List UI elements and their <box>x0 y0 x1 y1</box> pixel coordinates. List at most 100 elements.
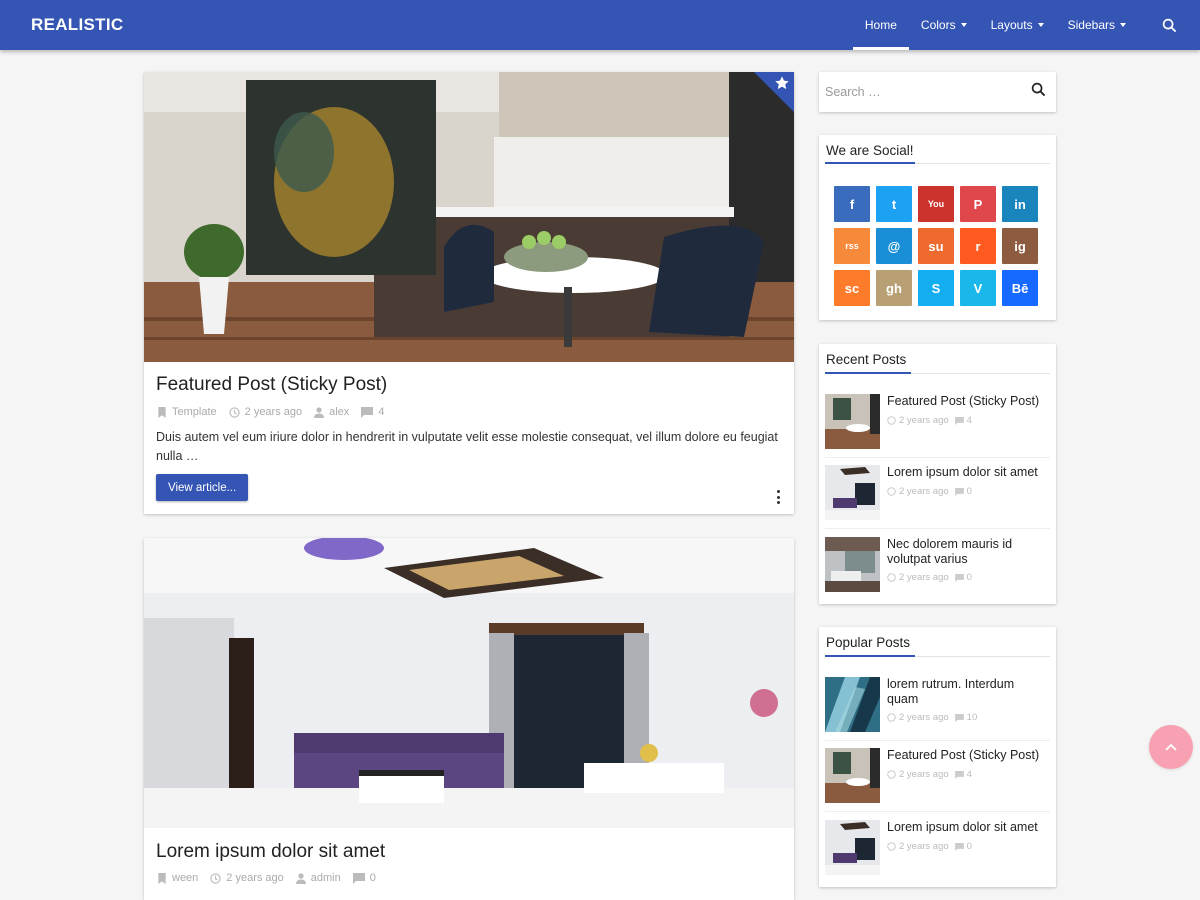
search-widget <box>819 72 1056 112</box>
behance-icon: Bē <box>1011 280 1029 296</box>
title-accent <box>825 162 915 164</box>
twitter-icon: t <box>891 196 897 212</box>
comment-icon <box>352 872 365 884</box>
post-thumbnail[interactable] <box>825 394 880 449</box>
popular-post-item[interactable]: Featured Post (Sticky Post) 2 years ago … <box>825 748 1050 816</box>
meta-date: 2 years ago <box>210 872 284 884</box>
clock-icon <box>887 573 896 582</box>
meta-date: 2 years ago <box>228 406 303 418</box>
more-vert-icon[interactable] <box>774 488 782 506</box>
behance-button[interactable]: Bē <box>1002 270 1038 306</box>
soundcloud-button[interactable]: sc <box>834 270 870 306</box>
date-label: 2 years ago <box>899 572 949 583</box>
recent-post-title[interactable]: Lorem ipsum dolor sit amet <box>887 465 1047 480</box>
main-nav: Home Colors Layouts Sidebars <box>852 0 1200 50</box>
email-icon: @ <box>887 238 901 254</box>
nav-layouts[interactable]: Layouts <box>979 0 1056 50</box>
recent-post-title[interactable]: Featured Post (Sticky Post) <box>887 394 1047 409</box>
nav-layouts-label: Layouts <box>990 18 1033 32</box>
meta-comments[interactable]: 0 <box>352 872 376 884</box>
linkedin-button[interactable]: in <box>1002 186 1038 222</box>
author-label: alex <box>329 406 350 418</box>
view-article-button[interactable]: View article... <box>156 474 249 501</box>
search-input[interactable] <box>825 80 1015 104</box>
post-title[interactable]: Lorem ipsum dolor sit amet <box>156 841 385 863</box>
pinterest-button[interactable]: P <box>960 186 996 222</box>
user-icon <box>295 872 306 884</box>
nav-search-button[interactable] <box>1138 0 1200 50</box>
vimeo-button[interactable]: V <box>960 270 996 306</box>
post-thumbnail[interactable] <box>825 820 880 875</box>
post-thumbnail[interactable] <box>825 537 880 592</box>
popular-post-item[interactable]: Lorem ipsum dolor sit amet 2 years ago 0 <box>825 820 1050 888</box>
instagram-icon: ig <box>1014 238 1026 254</box>
item-divider <box>825 740 1050 741</box>
popular-post-meta: 2 years ago 4 <box>887 769 972 780</box>
popular-post-item[interactable]: lorem rutrum. Interdum quam 2 years ago … <box>825 677 1050 745</box>
meta-category[interactable]: Template <box>157 406 217 418</box>
search-icon <box>1031 82 1046 97</box>
scroll-to-top-button[interactable] <box>1149 725 1193 769</box>
popular-post-title[interactable]: Lorem ipsum dolor sit amet <box>887 820 1047 835</box>
post-thumbnail[interactable] <box>825 677 880 732</box>
search-submit-button[interactable] <box>1031 82 1046 102</box>
comments-count: 0 <box>966 841 972 852</box>
meta-author[interactable]: alex <box>314 406 349 418</box>
recent-post-title[interactable]: Nec dolorem mauris id volutpat varius <box>887 537 1047 567</box>
date-label: 2 years ago <box>899 712 949 723</box>
nav-colors[interactable]: Colors <box>909 0 979 50</box>
date-label: 2 years ago <box>899 841 949 852</box>
instagram-button[interactable]: ig <box>1002 228 1038 264</box>
nav-home[interactable]: Home <box>852 0 909 50</box>
meta-author[interactable]: admin <box>295 872 341 884</box>
post-image-kitchen[interactable] <box>144 72 794 362</box>
user-icon <box>314 406 325 418</box>
reddit-button[interactable]: r <box>960 228 996 264</box>
meta-comments[interactable]: 4 <box>361 406 384 418</box>
popular-posts-widget: Popular Posts lorem rutrum. Interdum qua… <box>819 627 1056 887</box>
chevron-up-icon <box>1165 743 1177 751</box>
popular-post-title[interactable]: lorem rutrum. Interdum quam <box>887 677 1047 707</box>
star-icon <box>775 76 789 90</box>
facebook-button[interactable]: f <box>834 186 870 222</box>
date-label: 2 years ago <box>244 406 303 418</box>
popular-post-meta: 2 years ago 0 <box>887 841 972 852</box>
recent-post-meta: 2 years ago 0 <box>887 572 972 583</box>
comment-icon <box>954 770 964 779</box>
stumbleupon-button[interactable]: su <box>918 228 954 264</box>
recent-post-item[interactable]: Featured Post (Sticky Post) 2 years ago … <box>825 394 1050 462</box>
meta-category[interactable]: ween <box>157 872 198 884</box>
social-widget: We are Social! f t You Pin rss @ su r ig sc gh S V Bē <box>819 135 1056 320</box>
recent-post-item[interactable]: Nec dolorem mauris id volutpat varius 2 … <box>825 537 1050 605</box>
github-button[interactable]: gh <box>876 270 912 306</box>
twitter-button[interactable]: t <box>876 186 912 222</box>
stumbleupon-icon: su <box>928 238 944 254</box>
post-card-lorem: Lorem ipsum dolor sit amet ween 2 years … <box>144 538 794 900</box>
category-label: Template <box>172 406 217 418</box>
email-button[interactable]: @ <box>876 228 912 264</box>
comment-icon <box>954 573 964 582</box>
top-navbar: REALISTIC Home Colors Layouts Sidebars <box>0 0 1200 50</box>
rss-button[interactable]: rss <box>834 228 870 264</box>
post-thumbnail[interactable] <box>825 748 880 803</box>
date-label: 2 years ago <box>899 769 949 780</box>
post-title[interactable]: Featured Post (Sticky Post) <box>156 374 387 396</box>
skype-button[interactable]: S <box>918 270 954 306</box>
site-brand[interactable]: REALISTIC <box>31 15 123 35</box>
recent-post-item[interactable]: Lorem ipsum dolor sit amet 2 years ago 0 <box>825 465 1050 533</box>
pinterest-icon: P <box>973 196 983 212</box>
popular-post-title[interactable]: Featured Post (Sticky Post) <box>887 748 1047 763</box>
bookmark-icon <box>158 872 166 884</box>
comment-icon <box>361 406 374 418</box>
item-divider <box>825 528 1050 529</box>
comments-count: 0 <box>966 572 972 583</box>
recent-post-meta: 2 years ago 0 <box>887 486 972 497</box>
date-label: 2 years ago <box>899 415 949 426</box>
comments-count: 4 <box>966 769 972 780</box>
post-thumbnail[interactable] <box>825 465 880 520</box>
youtube-button[interactable]: You <box>918 186 954 222</box>
nav-home-label: Home <box>864 18 897 32</box>
nav-sidebars-label: Sidebars <box>1067 18 1115 32</box>
post-image-living-room[interactable] <box>144 538 794 828</box>
nav-sidebars[interactable]: Sidebars <box>1056 0 1138 50</box>
